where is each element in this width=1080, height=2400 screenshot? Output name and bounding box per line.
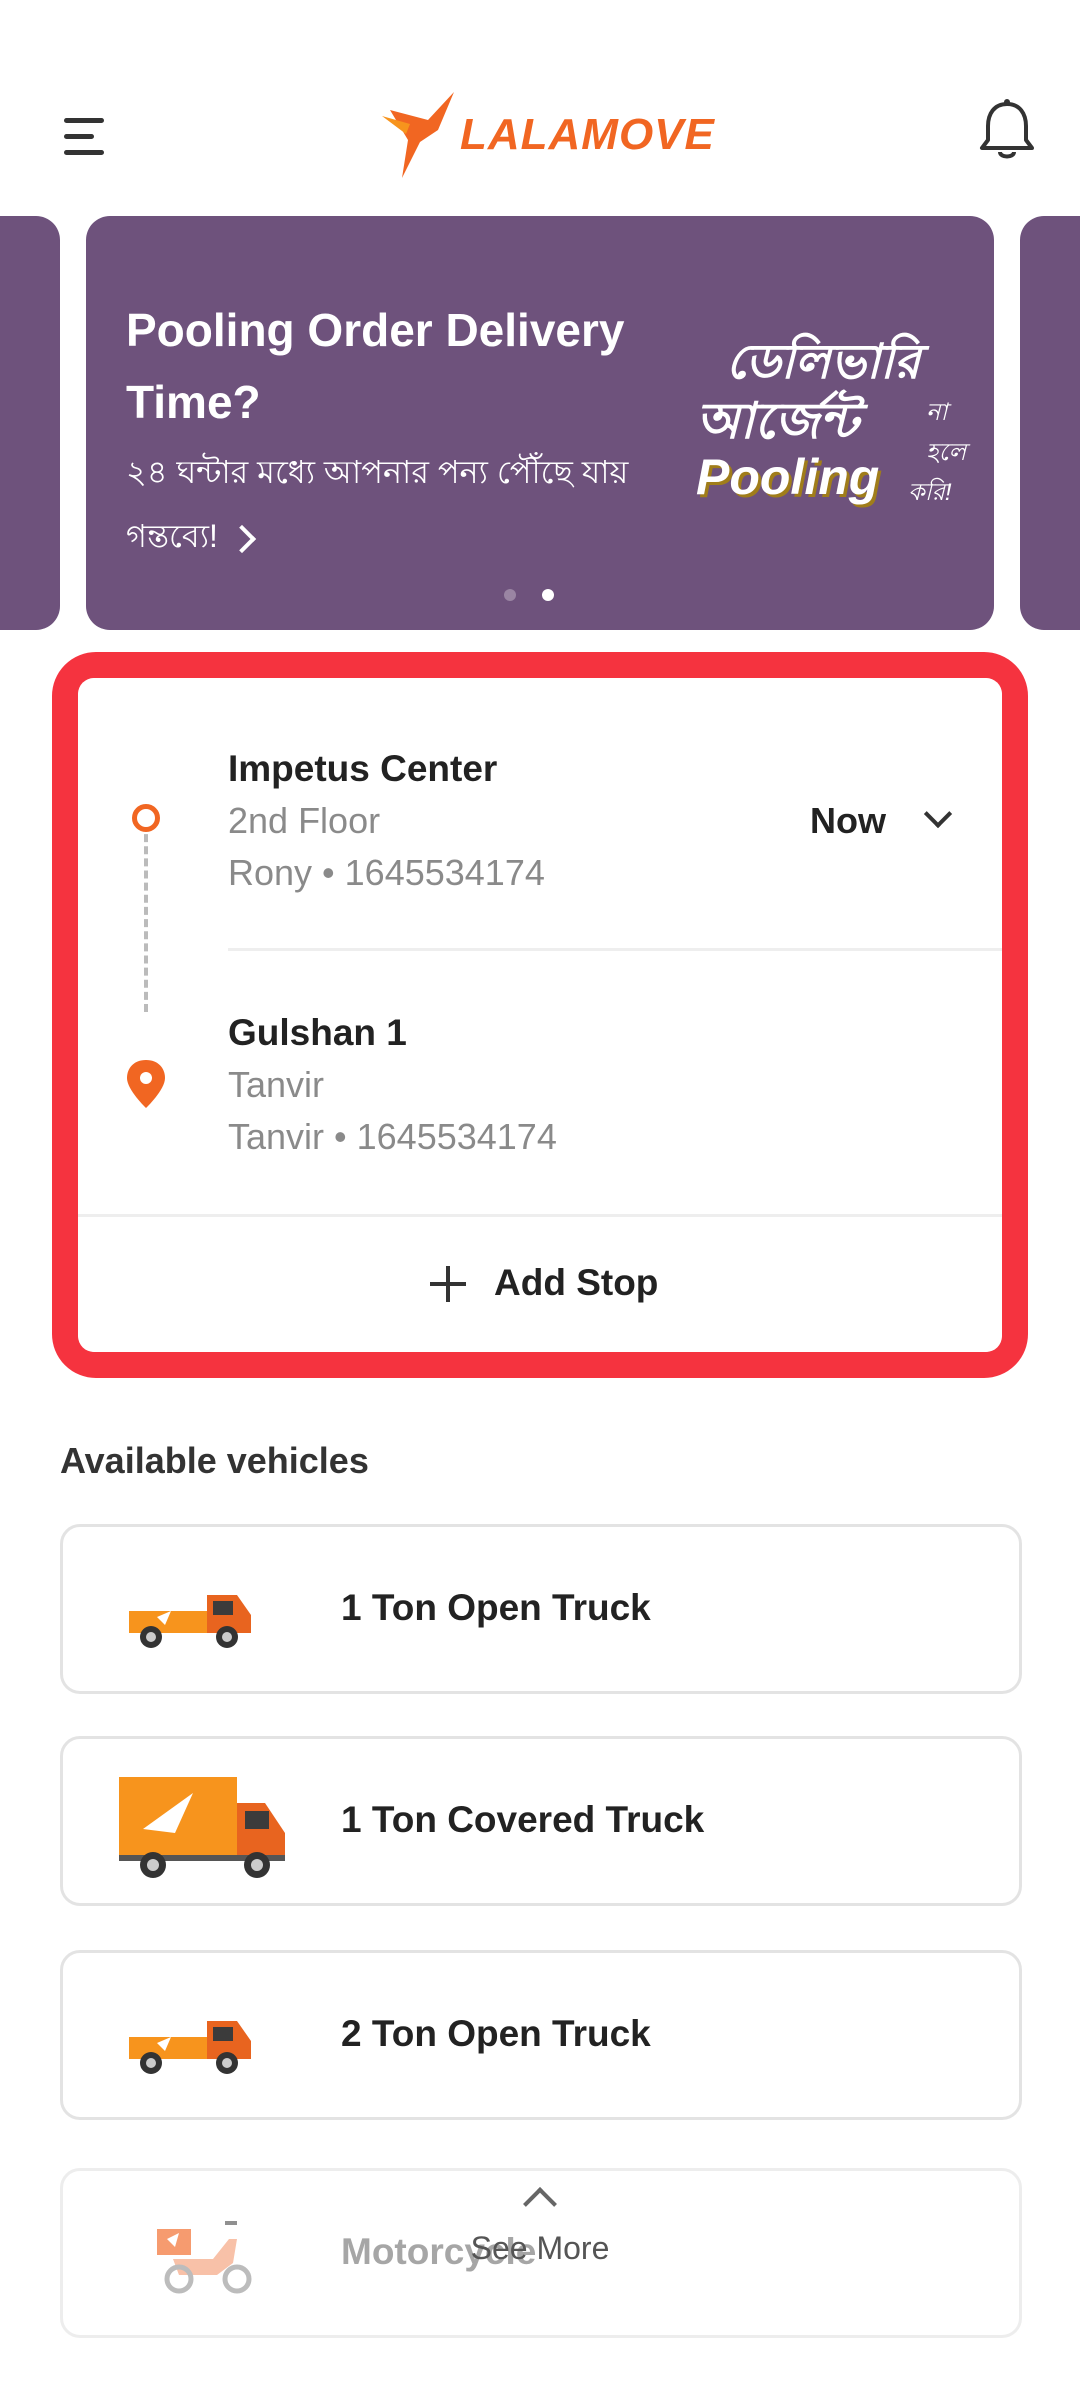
- banner-subtitle: ২৪ ঘন্টার মধ্যে আপনার পন্য পৌঁছে যায় গন…: [126, 440, 646, 568]
- carousel-dot: [504, 589, 516, 601]
- menu-icon-bar: [64, 150, 104, 155]
- add-stop-label: Add Stop: [494, 1262, 659, 1303]
- banner-previous-slide[interactable]: [0, 216, 60, 630]
- dropoff-name: Gulshan 1: [228, 1012, 407, 1053]
- vehicle-option-1-ton-open-truck[interactable]: 1 Ton Open Truck: [60, 1524, 1022, 1694]
- dropoff-pin-icon: [127, 1060, 165, 1108]
- chevron-down-icon: [923, 799, 953, 829]
- bell-icon: [980, 99, 1034, 159]
- pickup-time-select[interactable]: Now: [810, 796, 970, 856]
- carousel-indicator: [504, 588, 580, 606]
- open-truck-icon: [129, 2021, 251, 2074]
- promo-line-3: Pooling: [696, 449, 880, 505]
- promo-banner[interactable]: Pooling Order Delivery Time? ২৪ ঘন্টার ম…: [86, 216, 994, 630]
- promo-kori: করি!: [908, 479, 952, 506]
- menu-icon-bar: [64, 134, 94, 139]
- see-more-label: See More: [470, 2230, 610, 2266]
- route-card: Impetus Center 2nd Floor Rony • 16455341…: [78, 678, 1002, 1352]
- notifications-button[interactable]: [972, 96, 1042, 166]
- vehicle-option-2-ton-open-truck[interactable]: 2 Ton Open Truck: [60, 1950, 1022, 2120]
- banner-subtitle-text: ২৪ ঘন্টার মধ্যে আপনার পন্য পৌঁছে যায় গন…: [126, 454, 629, 554]
- bird-logo-icon: [382, 92, 454, 178]
- plus-icon: [430, 1266, 466, 1302]
- carousel-dot-active: [542, 589, 554, 601]
- vehicle-name: 1 Ton Open Truck: [341, 1587, 651, 1628]
- pickup-time-label: Now: [810, 800, 886, 841]
- pickup-marker-icon: [132, 804, 160, 832]
- menu-button[interactable]: [58, 112, 110, 162]
- divider: [78, 1214, 1002, 1217]
- covered-truck-icon: [119, 1777, 285, 1878]
- pickup-contact: Rony • 1645534174: [228, 852, 545, 893]
- brand-name: LALAMOVE: [460, 110, 715, 159]
- chevron-up-icon: [523, 2187, 557, 2221]
- banner-title: Pooling Order Delivery Time?: [126, 304, 625, 428]
- dropoff-detail: Tanvir: [228, 1064, 325, 1105]
- route-connector: [144, 822, 148, 1012]
- menu-icon-bar: [64, 118, 104, 123]
- dropoff-contact: Tanvir • 1645534174: [228, 1116, 557, 1157]
- open-truck-icon: [129, 1595, 251, 1648]
- promo-artwork: ডেলিভারি আর্জেন্ট না হলে Pooling করি!: [686, 326, 976, 556]
- pickup-detail: 2nd Floor: [228, 800, 381, 841]
- promo-na: না হলে: [926, 399, 967, 466]
- vehicle-name: 2 Ton Open Truck: [341, 2013, 651, 2054]
- divider: [228, 948, 1002, 951]
- add-stop-button[interactable]: Add Stop: [78, 1218, 1002, 1352]
- pickup-name: Impetus Center: [228, 748, 498, 789]
- vehicle-name: 1 Ton Covered Truck: [341, 1799, 705, 1840]
- section-title-vehicles: Available vehicles: [60, 1440, 369, 1481]
- vehicle-option-1-ton-covered-truck[interactable]: 1 Ton Covered Truck: [60, 1736, 1022, 1906]
- chevron-right-icon: [227, 524, 257, 553]
- see-more-button[interactable]: See More: [420, 2178, 660, 2278]
- brand-logo: LALAMOVE: [380, 90, 714, 180]
- banner-next-slide[interactable]: [1020, 216, 1080, 630]
